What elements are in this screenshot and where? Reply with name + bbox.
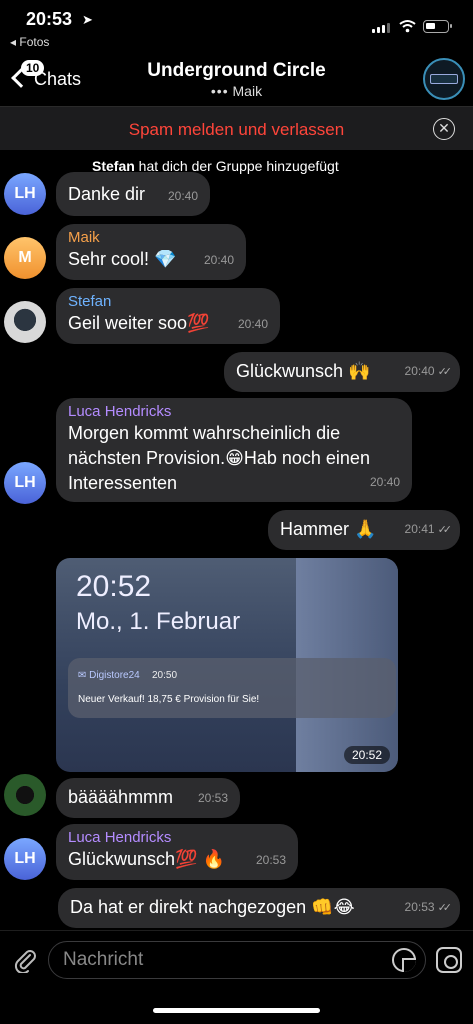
message-time: 20:40: [237, 317, 268, 331]
avatar[interactable]: LH: [4, 462, 46, 504]
message-text: Geil weiter soo💯: [68, 313, 210, 333]
sticker-icon[interactable]: [392, 948, 416, 972]
message-time: 20:40: [203, 253, 234, 267]
message-bubble[interactable]: Maik Sehr cool! 💎 20:40: [56, 224, 246, 280]
message-time: 20:53 ✓✓: [404, 900, 453, 914]
message-time: 20:53: [255, 853, 286, 867]
status-time: 20:53: [26, 9, 73, 29]
message-line: Morgen kommt wahrscheinlich die: [68, 423, 341, 443]
message-sender: Luca Hendricks: [68, 829, 172, 846]
notification-body: Neuer Verkauf! 18,75 € Provision für Sie…: [78, 694, 260, 705]
message-time: 20:40: [167, 189, 198, 203]
message-sender: Stefan: [68, 293, 112, 310]
chat-header: 10 Chats Underground Circle ••• Maik: [0, 52, 473, 106]
report-spam-button[interactable]: Spam melden und verlassen: [0, 120, 473, 140]
message-input[interactable]: [48, 941, 426, 979]
typing-user: Maik: [232, 83, 263, 99]
battery-icon: [423, 20, 452, 33]
notification-app: ✉ Digistore24: [78, 670, 140, 681]
wifi-icon: [399, 20, 416, 33]
avatar[interactable]: [4, 301, 46, 343]
message-bubble-outgoing[interactable]: Hammer 🙏 20:41 ✓✓: [268, 510, 460, 550]
message-bubble-outgoing[interactable]: Da hat er direkt nachgezogen 👊😂 20:53 ✓✓: [58, 888, 460, 928]
photo-notification: ✉ Digistore24 20:50 Neuer Verkauf! 18,75…: [68, 658, 396, 718]
photo-message[interactable]: 20:52 Mo., 1. Februar ✉ Digistore24 20:5…: [56, 558, 398, 772]
signal-icon: [372, 23, 390, 33]
avatar[interactable]: LH: [4, 838, 46, 880]
message-bubble-outgoing[interactable]: Glückwunsch 🙌 20:40 ✓✓: [224, 352, 460, 392]
avatar[interactable]: LH: [4, 173, 46, 215]
message-time: 20:52: [343, 746, 390, 764]
message-time: 20:53: [197, 791, 228, 805]
attach-icon[interactable]: [12, 947, 38, 973]
message-sender: Maik: [68, 229, 100, 246]
message-line: nächsten Provision.😁Hab noch einen: [68, 448, 370, 468]
read-ticks-icon: ✓✓: [437, 902, 453, 914]
message-list[interactable]: Stefan hat dich der Gruppe hinzugefügt L…: [0, 150, 473, 930]
status-bar: 20:53 ➤ ◂ Fotos: [0, 0, 473, 52]
message-text: Sehr cool! 💎: [68, 249, 177, 269]
chat-title[interactable]: Underground Circle: [0, 60, 473, 82]
notification-time: 20:50: [152, 670, 178, 681]
avatar[interactable]: M: [4, 237, 46, 279]
spam-bar: Spam melden und verlassen ✕: [0, 106, 473, 150]
read-ticks-icon: ✓✓: [437, 524, 453, 536]
message-bubble[interactable]: Danke dir 20:40: [56, 172, 210, 216]
message-text: Hammer 🙏: [280, 519, 377, 539]
home-indicator[interactable]: [153, 1008, 320, 1013]
message-bubble[interactable]: Luca Hendricks Glückwunsch💯 🔥 20:53: [56, 824, 298, 880]
chat-subtitle: ••• Maik: [0, 83, 473, 99]
message-line: Interessenten: [68, 473, 178, 493]
message-text: Da hat er direkt nachgezogen 👊😂: [70, 897, 355, 917]
back-to-app-link[interactable]: ◂ Fotos: [10, 35, 49, 49]
close-icon[interactable]: ✕: [433, 118, 455, 140]
camera-icon[interactable]: [436, 947, 462, 973]
photo-lockscreen-time: 20:52: [76, 570, 152, 603]
group-avatar[interactable]: [423, 58, 465, 100]
message-bubble[interactable]: bääääh​mmm 20:53: [56, 778, 240, 818]
message-sender: Luca Hendricks: [68, 403, 172, 420]
message-time: 20:40 ✓✓: [404, 364, 453, 378]
message-text: Danke dir: [68, 184, 146, 204]
read-ticks-icon: ✓✓: [437, 366, 453, 378]
message-text: bääääh​mmm: [68, 787, 174, 807]
message-text: Glückwunsch💯 🔥: [68, 849, 225, 869]
message-time: 20:40: [369, 475, 400, 489]
composer-bar: [0, 930, 473, 990]
message-bubble[interactable]: Stefan Geil weiter soo💯 20:40: [56, 288, 280, 344]
message-text: Glückwunsch 🙌: [236, 361, 371, 381]
message-time: 20:41 ✓✓: [404, 522, 453, 536]
photo-lockscreen-date: Mo., 1. Februar: [76, 608, 241, 635]
message-bubble[interactable]: Luca Hendricks Morgen kommt wahrscheinli…: [56, 398, 412, 502]
navigation-arrow-icon: ➤: [82, 12, 93, 27]
avatar[interactable]: [4, 774, 46, 816]
typing-indicator: •••: [210, 83, 229, 99]
